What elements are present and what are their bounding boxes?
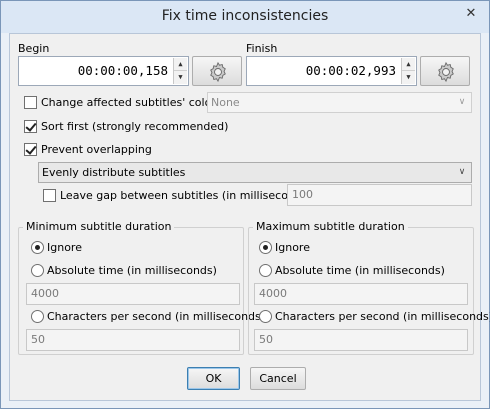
min-cps-input[interactable]: 50 bbox=[26, 329, 240, 351]
spin-down-icon[interactable]: ▼ bbox=[402, 71, 415, 84]
finish-gear-button[interactable] bbox=[420, 56, 470, 86]
max-cps-input[interactable]: 50 bbox=[254, 329, 468, 351]
leave-gap-label: Leave gap between subtitles (in millisec… bbox=[60, 189, 312, 202]
begin-time-value: 00:00:00,158 bbox=[77, 63, 168, 78]
max-duration-group: Maximum subtitle duration Ignore Absolut… bbox=[248, 220, 490, 355]
gear-icon bbox=[210, 61, 226, 83]
spin-up-icon[interactable]: ▲ bbox=[402, 58, 415, 71]
min-absolute-radio[interactable] bbox=[31, 264, 44, 277]
min-cps-radio[interactable] bbox=[31, 310, 44, 323]
min-ignore-label: Ignore bbox=[47, 241, 82, 254]
dialog-body: Begin 00:00:00,158 ▲ ▼ Finish 00:00:02,9… bbox=[9, 33, 490, 401]
sort-first-checkbox[interactable] bbox=[24, 120, 37, 133]
cancel-button[interactable]: Cancel bbox=[250, 367, 306, 390]
chevron-down-icon: ∨ bbox=[458, 97, 466, 107]
overlap-mode-select[interactable]: Evenly distribute subtitles ∨ bbox=[38, 162, 472, 183]
max-ignore-label: Ignore bbox=[275, 241, 310, 254]
finish-label: Finish bbox=[246, 42, 278, 55]
min-cps-label: Characters per second (in milliseconds) bbox=[47, 310, 266, 323]
prevent-overlap-checkbox[interactable] bbox=[24, 143, 37, 156]
max-duration-title: Maximum subtitle duration bbox=[253, 220, 408, 233]
overlap-mode-value: Evenly distribute subtitles bbox=[42, 166, 186, 179]
leave-gap-checkbox[interactable] bbox=[43, 189, 56, 202]
max-cps-label: Characters per second (in milliseconds) bbox=[275, 310, 490, 323]
window-title: Fix time inconsistencies bbox=[161, 8, 329, 24]
spin-down-icon[interactable]: ▼ bbox=[174, 71, 187, 84]
prevent-overlap-label: Prevent overlapping bbox=[41, 143, 152, 156]
max-cps-radio[interactable] bbox=[259, 310, 272, 323]
min-absolute-input[interactable]: 4000 bbox=[26, 283, 240, 305]
begin-gear-button[interactable] bbox=[192, 56, 242, 86]
spin-up-icon[interactable]: ▲ bbox=[174, 58, 187, 71]
begin-spinner[interactable]: ▲ ▼ bbox=[173, 58, 187, 84]
max-absolute-radio[interactable] bbox=[259, 264, 272, 277]
max-absolute-input[interactable]: 4000 bbox=[254, 283, 468, 305]
min-ignore-radio[interactable] bbox=[31, 241, 44, 254]
finish-time-input[interactable]: 00:00:02,993 ▲ ▼ bbox=[246, 56, 417, 86]
sort-first-label: Sort first (strongly recommended) bbox=[41, 120, 229, 133]
min-absolute-label: Absolute time (in milliseconds) bbox=[47, 264, 217, 277]
finish-spinner[interactable]: ▲ ▼ bbox=[401, 58, 415, 84]
max-absolute-label: Absolute time (in milliseconds) bbox=[275, 264, 445, 277]
begin-label: Begin bbox=[18, 42, 50, 55]
color-select-value: None bbox=[211, 96, 240, 109]
min-duration-title: Minimum subtitle duration bbox=[23, 220, 175, 233]
dialog-window: Fix time inconsistencies ✕ Begin 00:00:0… bbox=[0, 0, 490, 409]
change-color-label: Change affected subtitles' color bbox=[41, 96, 216, 109]
close-icon[interactable]: ✕ bbox=[461, 5, 481, 23]
finish-time-value: 00:00:02,993 bbox=[305, 63, 396, 78]
ok-button[interactable]: OK bbox=[187, 367, 240, 390]
title-bar: Fix time inconsistencies ✕ bbox=[1, 1, 489, 33]
min-duration-group: Minimum subtitle duration Ignore Absolut… bbox=[18, 220, 265, 355]
color-select[interactable]: None ∨ bbox=[207, 92, 472, 113]
max-ignore-radio[interactable] bbox=[259, 241, 272, 254]
change-color-checkbox[interactable] bbox=[24, 96, 37, 109]
begin-time-input[interactable]: 00:00:00,158 ▲ ▼ bbox=[18, 56, 189, 86]
gap-input[interactable]: 100 bbox=[287, 184, 472, 206]
chevron-down-icon: ∨ bbox=[458, 167, 466, 177]
gear-icon bbox=[438, 61, 454, 83]
